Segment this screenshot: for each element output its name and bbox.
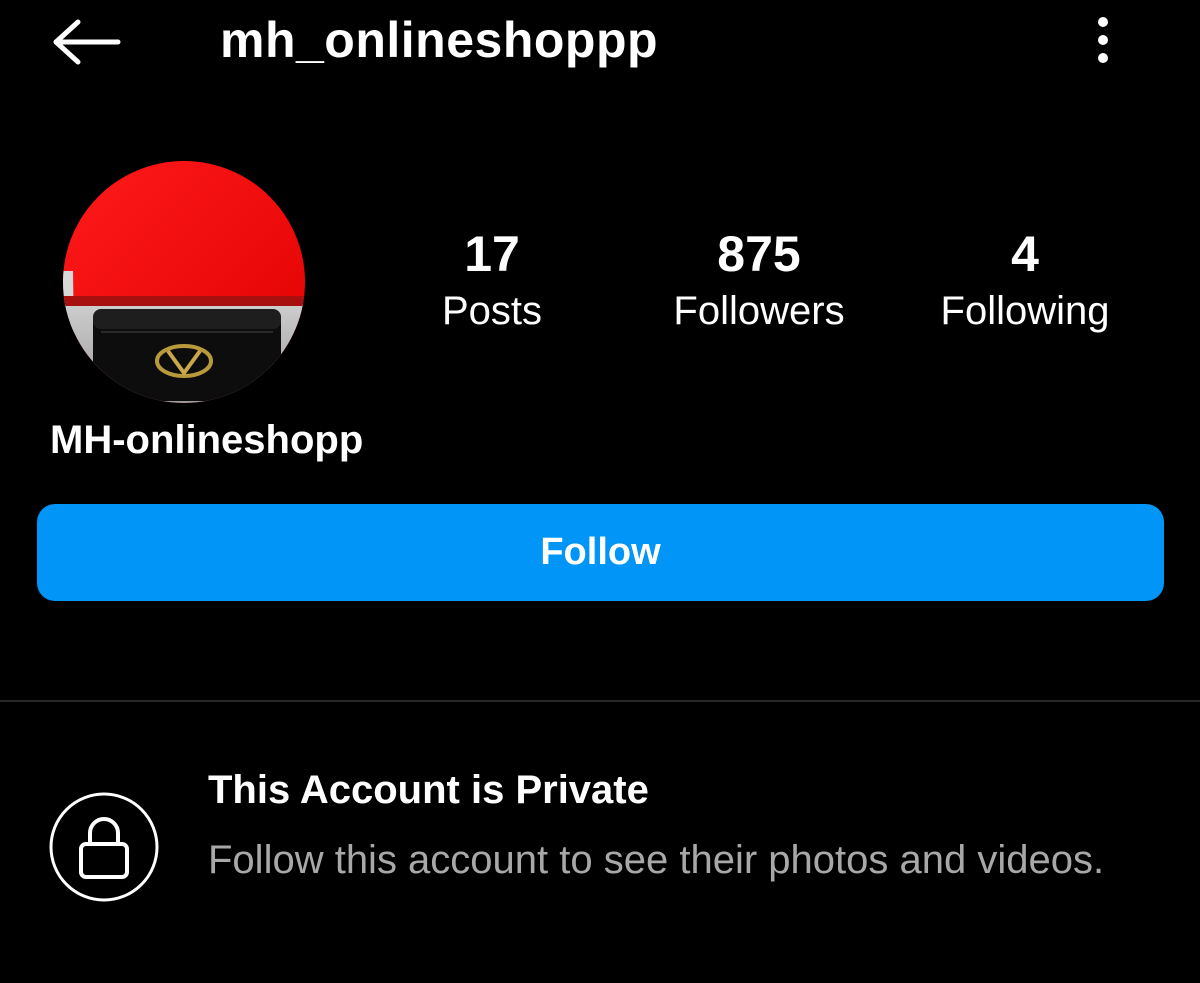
arrow-left-icon	[53, 19, 121, 65]
posts-stat[interactable]: 17 Posts	[372, 222, 612, 336]
vertical-dots-icon	[1098, 17, 1108, 63]
followers-label: Followers	[673, 289, 845, 333]
back-button[interactable]	[44, 10, 128, 74]
avatar[interactable]	[63, 161, 305, 403]
followers-count: 875	[717, 226, 801, 282]
posts-count: 17	[464, 226, 520, 282]
top-bar: mh_onlineshoppp	[0, 0, 1200, 90]
profile-photo	[63, 161, 305, 403]
follow-button[interactable]: Follow	[37, 504, 1164, 601]
following-count: 4	[1011, 226, 1039, 282]
divider	[0, 700, 1200, 702]
following-stat[interactable]: 4 Following	[905, 222, 1145, 336]
posts-label: Posts	[441, 289, 543, 333]
following-label: Following	[940, 289, 1110, 333]
more-options-button[interactable]	[1078, 8, 1128, 72]
private-account-title: This Account is Private	[208, 768, 649, 812]
display-name: MH-onlineshopp	[50, 418, 364, 462]
lock-icon	[48, 791, 160, 903]
private-account-message: Follow this account to see their photos …	[208, 838, 1105, 882]
profile-username: mh_onlineshoppp	[220, 12, 659, 68]
followers-stat[interactable]: 875 Followers	[639, 222, 879, 336]
